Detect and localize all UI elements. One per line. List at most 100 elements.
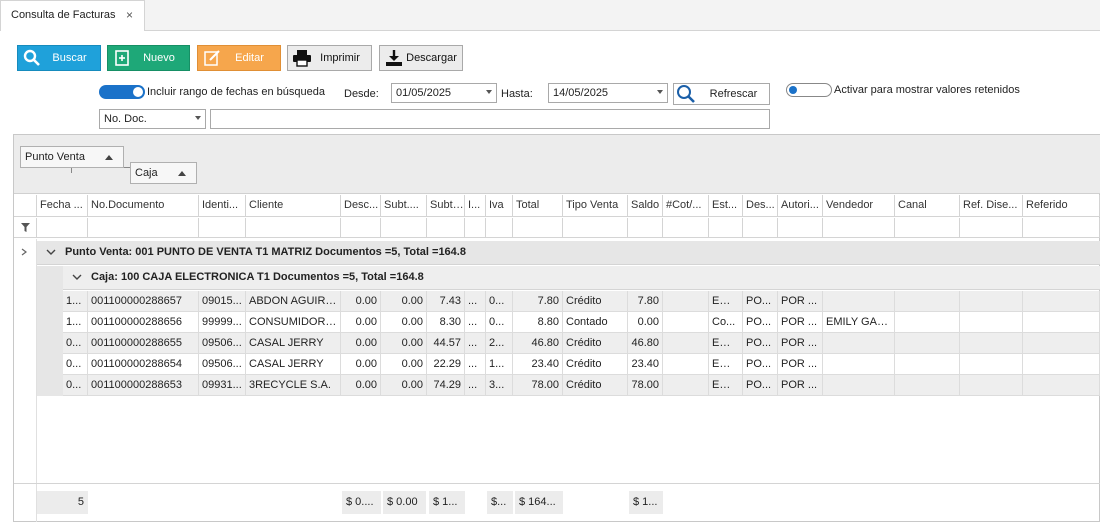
date-range-toggle[interactable] — [99, 85, 145, 99]
filter-cell-fecha[interactable] — [37, 218, 88, 238]
column-header-estado[interactable]: Est... — [709, 195, 743, 217]
table-cell-tipo-venta[interactable]: Crédito — [563, 375, 628, 396]
filter-cell-no-documento[interactable] — [88, 218, 199, 238]
imprimir-button[interactable]: Imprimir — [287, 45, 372, 71]
filter-cell-cliente[interactable] — [246, 218, 341, 238]
table-cell-cot[interactable] — [663, 333, 709, 354]
table-cell-autorizacion[interactable]: POR ... — [778, 312, 823, 333]
filter-cell-referido[interactable] — [1023, 218, 1100, 238]
filter-cell-saldo[interactable] — [628, 218, 663, 238]
table-cell-vendedor[interactable] — [823, 291, 895, 312]
table-cell-no-documento[interactable]: 001100000288653 — [88, 375, 199, 396]
table-cell-autorizacion[interactable]: POR ... — [778, 333, 823, 354]
filter-cell-autorizacion[interactable] — [778, 218, 823, 238]
table-cell-iva[interactable]: 0... — [486, 312, 513, 333]
table-cell-no-documento[interactable]: 001100000288654 — [88, 354, 199, 375]
table-cell-canal[interactable] — [895, 291, 960, 312]
table-cell-total[interactable]: 23.40 — [513, 354, 563, 375]
filter-cell-i[interactable] — [465, 218, 486, 238]
table-cell-cliente[interactable]: 3RECYCLE S.A. — [246, 375, 341, 396]
search-input[interactable] — [210, 109, 770, 129]
table-cell-saldo[interactable]: 0.00 — [628, 312, 663, 333]
table-cell-cot[interactable] — [663, 375, 709, 396]
tab-consulta-facturas[interactable]: Consulta de Facturas — [0, 0, 145, 31]
table-cell-estado[interactable]: Emi... — [709, 333, 743, 354]
table-cell-canal[interactable] — [895, 354, 960, 375]
refrescar-button[interactable]: Refrescar — [673, 83, 770, 105]
table-cell-des[interactable]: PO... — [743, 291, 778, 312]
column-header-identificacion[interactable]: Identi... — [199, 195, 246, 217]
table-cell-i[interactable]: ... — [465, 312, 486, 333]
table-cell-identificacion[interactable]: 09506... — [199, 354, 246, 375]
table-cell-subtotal-1[interactable]: 0.00 — [381, 375, 427, 396]
table-cell-fecha[interactable]: 0... — [63, 354, 88, 375]
column-header-no-documento[interactable]: No.Documento — [88, 195, 199, 217]
group-row-punto-venta[interactable]: Punto Venta: 001 PUNTO DE VENTA T1 MATRI… — [37, 241, 1100, 265]
table-cell-subtotal-1[interactable]: 0.00 — [381, 291, 427, 312]
table-cell-vendedor[interactable]: EMILY GAB... — [823, 312, 895, 333]
table-cell-tipo-venta[interactable]: Contado — [563, 312, 628, 333]
filter-cell-iva[interactable] — [486, 218, 513, 238]
nuevo-button[interactable]: Nuevo — [107, 45, 190, 71]
filter-cell-subtotal-2[interactable] — [427, 218, 465, 238]
table-cell-subtotal-2[interactable]: 22.29 — [427, 354, 465, 375]
table-cell-cot[interactable] — [663, 354, 709, 375]
table-cell-descuento[interactable]: 0.00 — [341, 375, 381, 396]
table-cell-subtotal-1[interactable]: 0.00 — [381, 333, 427, 354]
table-cell-fecha[interactable]: 1... — [63, 291, 88, 312]
filter-cell-descuento[interactable] — [341, 218, 381, 238]
table-cell-subtotal-2[interactable]: 44.57 — [427, 333, 465, 354]
table-cell-des[interactable]: PO... — [743, 312, 778, 333]
table-cell-cliente[interactable]: CASAL JERRY — [246, 333, 341, 354]
table-cell-descuento[interactable]: 0.00 — [341, 291, 381, 312]
column-header-saldo[interactable]: Saldo — [628, 195, 663, 217]
table-cell-no-documento[interactable]: 001100000288656 — [88, 312, 199, 333]
column-header-i[interactable]: I... — [465, 195, 486, 217]
group-chip-caja[interactable]: Caja — [130, 162, 197, 184]
group-row-caja[interactable]: Caja: 100 CAJA ELECTRONICA T1 Documentos… — [63, 266, 1100, 290]
table-cell-referido[interactable] — [1023, 354, 1100, 375]
table-cell-subtotal-2[interactable]: 74.29 — [427, 375, 465, 396]
table-cell-cliente[interactable]: CONSUMIDOR F... — [246, 312, 341, 333]
table-cell-no-documento[interactable]: 001100000288657 — [88, 291, 199, 312]
table-cell-descuento[interactable]: 0.00 — [341, 312, 381, 333]
group-chip-punto-venta[interactable]: Punto Venta — [20, 146, 124, 168]
table-cell-identificacion[interactable]: 09931... — [199, 375, 246, 396]
column-header-subtotal-2[interactable]: Subt.... — [427, 195, 465, 217]
column-header-cliente[interactable]: Cliente — [246, 195, 341, 217]
table-cell-estado[interactable]: Emi... — [709, 354, 743, 375]
table-cell-vendedor[interactable] — [823, 354, 895, 375]
table-cell-estado[interactable]: Co... — [709, 312, 743, 333]
buscar-button[interactable]: Buscar — [17, 45, 101, 71]
table-cell-subtotal-1[interactable]: 0.00 — [381, 312, 427, 333]
table-cell-total[interactable]: 8.80 — [513, 312, 563, 333]
table-cell-autorizacion[interactable]: POR ... — [778, 354, 823, 375]
table-cell-saldo[interactable]: 78.00 — [628, 375, 663, 396]
column-header-vendedor[interactable]: Vendedor — [823, 195, 895, 217]
table-cell-subtotal-2[interactable]: 8.30 — [427, 312, 465, 333]
table-cell-tipo-venta[interactable]: Crédito — [563, 333, 628, 354]
table-cell-des[interactable]: PO... — [743, 333, 778, 354]
table-cell-i[interactable]: ... — [465, 375, 486, 396]
table-cell-estado[interactable]: Emi... — [709, 291, 743, 312]
column-header-iva[interactable]: Iva — [486, 195, 513, 217]
table-cell-ref-diseno[interactable] — [960, 354, 1023, 375]
filter-cell-ref-diseno[interactable] — [960, 218, 1023, 238]
table-cell-identificacion[interactable]: 09015... — [199, 291, 246, 312]
column-header-referido[interactable]: Referido — [1023, 195, 1100, 217]
table-cell-iva[interactable]: 3... — [486, 375, 513, 396]
table-cell-ref-diseno[interactable] — [960, 333, 1023, 354]
table-cell-autorizacion[interactable]: POR ... — [778, 291, 823, 312]
desde-date-field[interactable]: 01/05/2025 — [391, 83, 497, 103]
filter-cell-estado[interactable] — [709, 218, 743, 238]
table-cell-fecha[interactable]: 0... — [63, 333, 88, 354]
column-header-canal[interactable]: Canal — [895, 195, 960, 217]
table-cell-cot[interactable] — [663, 291, 709, 312]
table-cell-subtotal-1[interactable]: 0.00 — [381, 354, 427, 375]
table-cell-saldo[interactable]: 23.40 — [628, 354, 663, 375]
table-cell-total[interactable]: 46.80 — [513, 333, 563, 354]
table-cell-canal[interactable] — [895, 333, 960, 354]
table-cell-referido[interactable] — [1023, 291, 1100, 312]
table-cell-ref-diseno[interactable] — [960, 375, 1023, 396]
column-header-descuento[interactable]: Desc... — [341, 195, 381, 217]
